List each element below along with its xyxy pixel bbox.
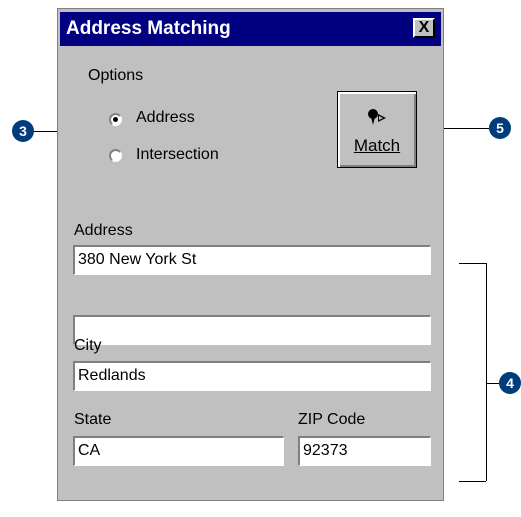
address-matching-dialog: Address Matching X Options Address Inter… [57, 8, 444, 501]
radio-address[interactable] [109, 113, 122, 126]
address-line2-field[interactable] [73, 315, 431, 345]
callout-4-bracket-top [459, 263, 486, 264]
zip-label: ZIP Code [298, 411, 366, 428]
match-label-text: Match [353, 136, 401, 155]
callout-3: 3 [12, 120, 34, 142]
radio-selected-dot [113, 117, 118, 122]
match-button-label: Match [338, 136, 416, 156]
radio-intersection[interactable] [109, 149, 122, 162]
radio-label-intersection[interactable]: Intersection [136, 146, 219, 164]
address-label: Address [74, 222, 133, 239]
radio-label-address[interactable]: Address [136, 109, 195, 127]
callout-4-bracket-vertical [486, 263, 487, 481]
city-label: City [74, 337, 102, 354]
title-bar: Address Matching X [60, 12, 441, 46]
callout-4-leader [486, 383, 499, 384]
state-field[interactable]: CA [73, 436, 284, 466]
close-icon: X [418, 19, 430, 36]
city-field[interactable]: Redlands [73, 361, 431, 391]
callout-4: 4 [499, 372, 521, 394]
options-label: Options [88, 67, 144, 84]
callout-4-bracket-bottom [459, 481, 486, 482]
state-label: State [74, 411, 112, 428]
callout-5: 5 [489, 117, 511, 139]
address-line1-field[interactable]: 380 New York St [73, 245, 431, 275]
match-button[interactable]: Match [337, 91, 417, 168]
dialog-title: Address Matching [66, 18, 231, 39]
pin-icon [368, 109, 386, 125]
zip-field[interactable]: 92373 [298, 436, 431, 466]
close-button[interactable]: X [413, 18, 435, 38]
